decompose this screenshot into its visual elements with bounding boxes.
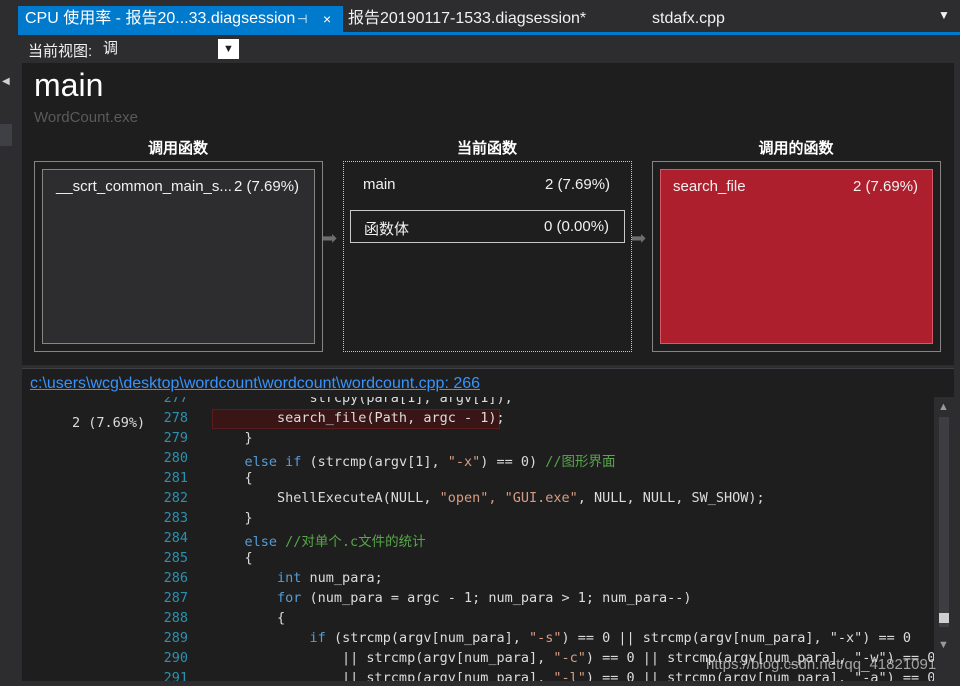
current-function-value: 2 (7.69%) <box>545 176 611 193</box>
line-number: 288 <box>163 610 188 626</box>
line-number: 287 <box>163 590 188 606</box>
metric-margin <box>22 397 148 686</box>
callee-function-name: search_file <box>673 178 746 195</box>
code-line: { <box>212 550 253 566</box>
code-line: ShellExecuteA(NULL, "open", "GUI.exe", N… <box>212 490 765 506</box>
function-body-label: 函数体 <box>364 221 410 238</box>
line-number: 278 <box>163 410 188 426</box>
code-line: int num_para; <box>277 570 383 586</box>
module-name: WordCount.exe <box>34 109 138 126</box>
watermark: https://blog.csdn.net/qq_41821091 <box>706 656 937 673</box>
scroll-up-icon[interactable]: ▲ <box>938 401 949 413</box>
code-line: else //对单个.c文件的统计 <box>244 534 426 550</box>
source-file-link[interactable]: c:\users\wcg\desktop\wordcount\wordcount… <box>30 375 480 393</box>
toolbox-tab[interactable] <box>0 124 12 146</box>
tab-diagsession-report[interactable]: 报告20190117-1533.diagsession* <box>348 6 586 32</box>
code-editor[interactable]: 2 (7.69%) 277 strcpy(para[1], argv[1]); 2… <box>22 397 934 686</box>
current-function-name: main <box>363 176 396 193</box>
flow-arrow-icon: ➡ <box>322 228 338 248</box>
pin-icon[interactable]: ⊣ <box>297 6 307 32</box>
line-number: 286 <box>163 570 188 586</box>
chevron-down-icon[interactable]: ▼ <box>218 39 239 59</box>
callee-function-value: 2 (7.69%) <box>853 178 919 195</box>
source-path-bar: c:\users\wcg\desktop\wordcount\wordcount… <box>22 368 954 397</box>
line-number: 289 <box>163 630 188 646</box>
function-body-block[interactable]: 函数体 0 (0.00%) <box>350 210 625 243</box>
tab-cpu-usage[interactable]: CPU 使用率 - 报告20...33.diagsession ⊣ × <box>18 6 343 32</box>
line-number: 277 <box>163 397 188 406</box>
current-function-box: main 2 (7.69%) 函数体 0 (0.00%) <box>343 161 632 352</box>
scroll-thumb[interactable] <box>939 417 949 627</box>
tab-stdafx[interactable]: stdafx.cpp <box>652 6 725 32</box>
line-number: 279 <box>163 430 188 446</box>
callers-box: __scrt_common_main_s... 2 (7.69%) <box>34 161 323 352</box>
code-line: } <box>212 430 253 446</box>
code-line: } <box>212 510 253 526</box>
caller-function-name: __scrt_common_main_s... <box>56 178 232 195</box>
scroll-marker <box>939 613 949 623</box>
caller-function-block[interactable]: __scrt_common_main_s... 2 (7.69%) <box>42 169 315 344</box>
current-view-label: 当前视图: <box>28 43 93 60</box>
horizontal-scrollbar[interactable] <box>22 681 934 686</box>
line-metric-value: 2 (7.69%) <box>72 415 146 431</box>
right-edge <box>954 63 960 686</box>
code-line: else if (strcmp(argv[1], "-x") == 0) //图… <box>244 454 616 470</box>
line-number: 284 <box>163 530 188 546</box>
caller-callee-panel: main WordCount.exe 调用函数 当前函数 调用的函数 __scr… <box>22 63 954 365</box>
tab-list-dropdown-icon[interactable]: ▼ <box>938 8 950 22</box>
callees-heading: 调用的函数 <box>758 140 834 157</box>
tab-label: stdafx.cpp <box>652 10 725 27</box>
scroll-down-icon[interactable]: ▼ <box>938 639 949 651</box>
tab-label: 报告20190117-1533.diagsession* <box>348 10 587 27</box>
line-number: 290 <box>163 650 188 666</box>
code-line: if (strcmp(argv[num_para], "-s") == 0 ||… <box>309 630 912 646</box>
line-number: 282 <box>163 490 188 506</box>
code-line: { <box>212 610 286 626</box>
line-number: 283 <box>163 510 188 526</box>
current-heading: 当前函数 <box>456 140 517 157</box>
callers-heading: 调用函数 <box>147 140 208 157</box>
callees-box: search_file 2 (7.69%) <box>652 161 941 352</box>
line-number: 280 <box>163 450 188 466</box>
line-number: 281 <box>163 470 188 486</box>
tab-label: CPU 使用率 - 报告20...33.diagsession <box>25 10 296 27</box>
current-view-value: 调用方/被调用方 <box>103 40 122 189</box>
caller-function-value: 2 (7.69%) <box>234 178 300 195</box>
code-line: { <box>212 470 253 486</box>
line-number: 285 <box>163 550 188 566</box>
collapse-arrow-icon[interactable]: ◀ <box>2 76 10 87</box>
document-tab-bar: CPU 使用率 - 报告20...33.diagsession ⊣ × 报告20… <box>0 0 960 36</box>
function-body-value: 0 (0.00%) <box>544 218 610 235</box>
view-toolbar: 当前视图: 调用方/被调用方 ▼ <box>18 35 960 189</box>
flow-arrow-icon: ➡ <box>631 228 647 248</box>
code-line: for (num_para = argc - 1; num_para > 1; … <box>277 590 692 606</box>
function-title: main <box>34 67 104 103</box>
left-tool-strip: ◀ <box>0 0 18 686</box>
vertical-scrollbar[interactable]: ▲ ▼ <box>934 397 954 686</box>
callee-function-block[interactable]: search_file 2 (7.69%) <box>660 169 933 344</box>
close-icon[interactable]: × <box>323 6 331 32</box>
code-line: search_file(Path, argc - 1); <box>212 410 505 426</box>
code-line: strcpy(para[1], argv[1]); <box>212 397 513 406</box>
